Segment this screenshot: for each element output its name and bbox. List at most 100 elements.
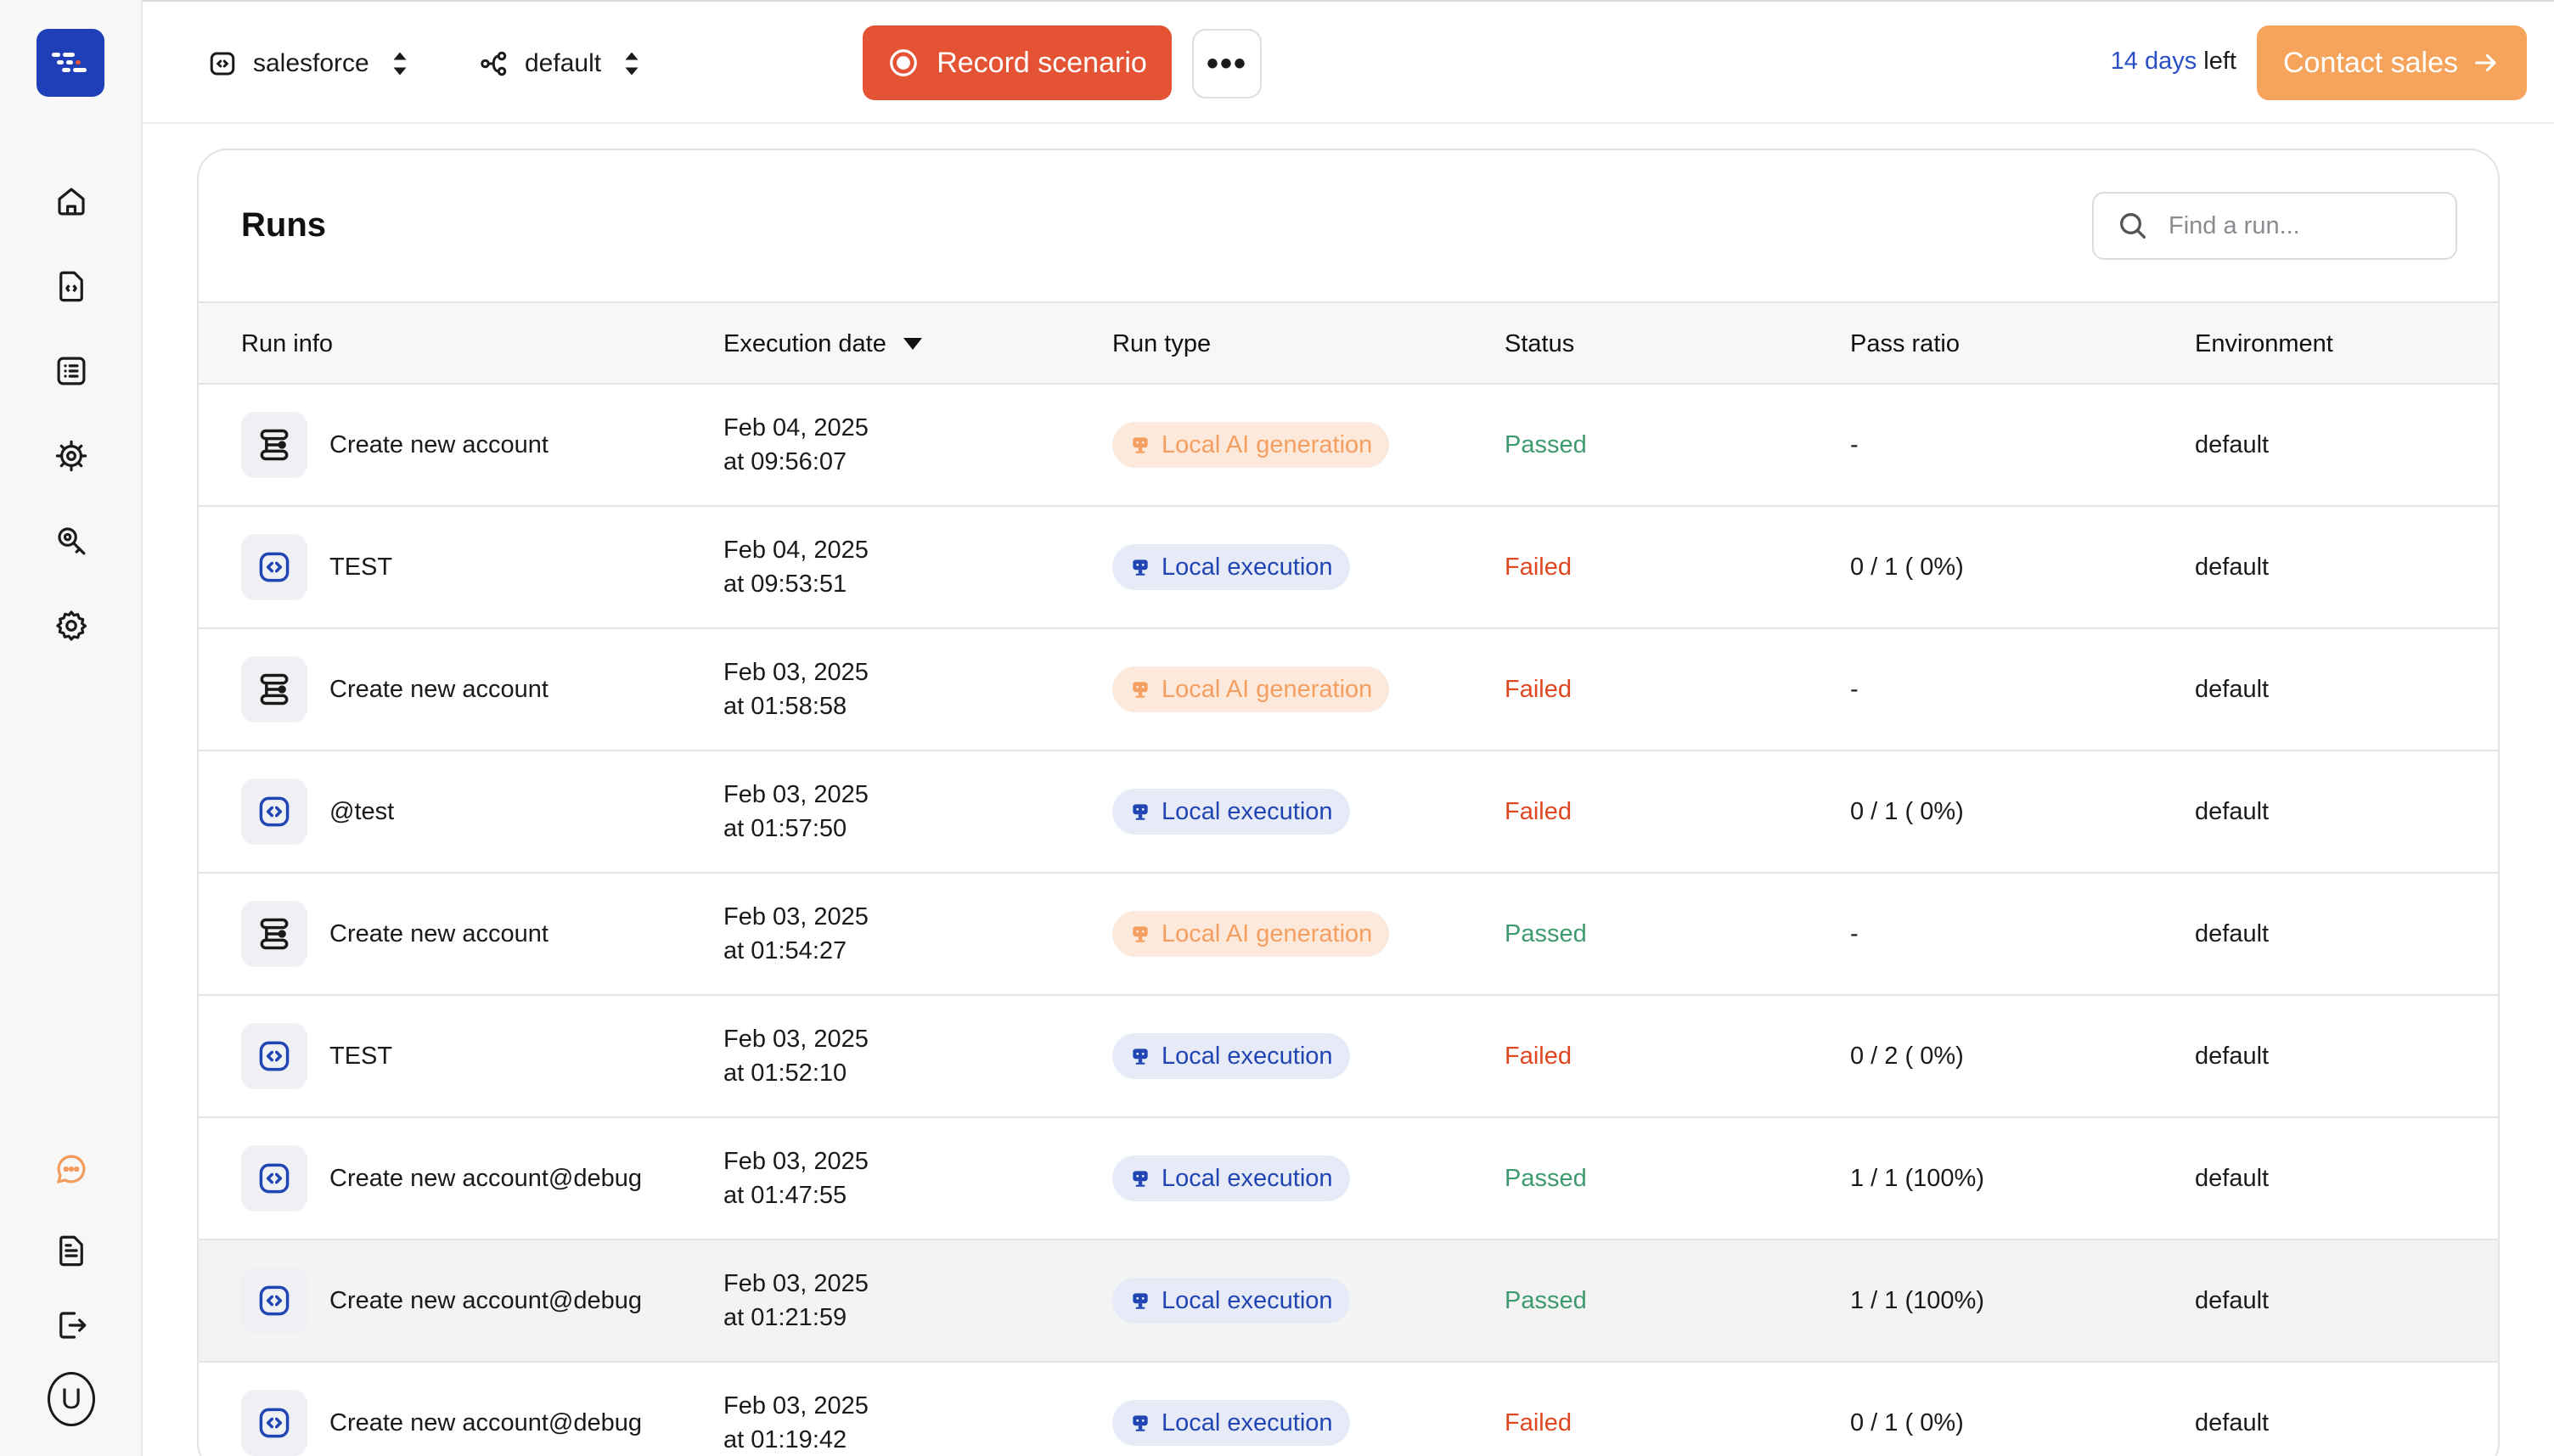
run-type-label: Local execution <box>1162 553 1333 581</box>
settings-icon[interactable] <box>48 602 95 649</box>
run-type-badge: Local execution <box>1112 1400 1350 1446</box>
environment-selector[interactable]: default <box>479 41 647 87</box>
run-type-cell: Local execution <box>1112 751 1350 872</box>
monitor-icon <box>1129 801 1151 823</box>
monitor-icon <box>1129 556 1151 578</box>
scenario-file-icon[interactable] <box>48 262 95 310</box>
run-type-badge: Local execution <box>1112 789 1350 835</box>
run-name[interactable]: TEST <box>329 1043 392 1071</box>
environment-value: default <box>2195 1286 2270 1314</box>
status-badge: Failed <box>1505 553 1572 581</box>
list-icon[interactable] <box>48 347 95 395</box>
run-type-label: Local execution <box>1162 1408 1333 1436</box>
search-key-icon[interactable] <box>48 517 95 565</box>
col-run-type[interactable]: Run type <box>1112 303 1211 385</box>
execution-date-cell: Feb 03, 2025 at 01:47:55 <box>723 1118 869 1239</box>
more-options-icon: ••• <box>1206 44 1247 82</box>
environment-value: default <box>2195 1042 2270 1070</box>
top-bar: salesforce default Record scenario ••• 1… <box>143 0 2554 124</box>
execution-date-cell: Feb 03, 2025 at 01:19:42 <box>723 1363 869 1456</box>
project-selector[interactable]: salesforce <box>207 41 415 87</box>
logout-icon[interactable] <box>48 1301 95 1349</box>
col-pass-ratio[interactable]: Pass ratio <box>1850 303 1960 385</box>
run-name[interactable]: Create new account <box>329 431 548 459</box>
col-status[interactable]: Status <box>1505 303 1574 385</box>
monitor-icon <box>1129 1412 1151 1434</box>
execution-date-cell: Feb 03, 2025 at 01:52:10 <box>723 996 869 1116</box>
code-icon <box>241 1268 307 1334</box>
run-date: Feb 03, 2025 <box>723 903 869 930</box>
run-time: at 01:47:55 <box>723 1182 847 1209</box>
status-badge: Failed <box>1505 1408 1572 1436</box>
run-name[interactable]: Create new account@debug <box>329 1287 642 1315</box>
search-box[interactable] <box>2092 192 2457 260</box>
execution-date-cell: Feb 03, 2025 at 01:21:59 <box>723 1240 869 1361</box>
run-name[interactable]: @test <box>329 798 394 826</box>
status-badge: Passed <box>1505 1164 1587 1192</box>
record-icon <box>890 49 918 76</box>
contact-sales-button[interactable]: Contact sales <box>2257 25 2527 100</box>
code-icon <box>241 1023 307 1089</box>
project-icon <box>210 52 235 76</box>
table-row[interactable]: Create new account Feb 03, 2025 at 01:58:5… <box>199 629 2498 751</box>
run-name[interactable]: TEST <box>329 554 392 582</box>
record-scenario-button[interactable]: Record scenario <box>863 25 1172 100</box>
page-title: Runs <box>241 206 326 244</box>
pass-ratio: 0 / 2 ( 0%) <box>1850 1042 1964 1070</box>
dash-logo-icon[interactable] <box>37 29 104 97</box>
status-badge: Passed <box>1505 919 1587 947</box>
run-type-badge: Local AI generation <box>1112 422 1390 468</box>
environment-value: default <box>2195 1408 2270 1436</box>
run-info-cell: Create new account <box>241 385 548 505</box>
table-row[interactable]: Create new account@debug Feb 03, 2025 at 0… <box>199 1240 2498 1363</box>
environment-value: default <box>2195 675 2270 703</box>
col-environment[interactable]: Environment <box>2195 303 2333 385</box>
run-name[interactable]: Create new account <box>329 676 548 704</box>
search-input[interactable] <box>2169 211 2440 240</box>
table-row[interactable]: Create new account@debug Feb 03, 2025 at 0… <box>199 1363 2498 1456</box>
project-name: salesforce <box>253 49 369 77</box>
flow-icon <box>241 656 307 722</box>
table-row[interactable]: TEST Feb 04, 2025 at 09:53:51 Local executi… <box>199 507 2498 629</box>
run-info-cell: Create new account <box>241 629 548 750</box>
run-type-label: Local AI generation <box>1162 919 1373 947</box>
pass-ratio: 0 / 1 ( 0%) <box>1850 797 1964 825</box>
run-date: Feb 03, 2025 <box>723 781 869 808</box>
col-execution-date[interactable]: Execution date <box>723 303 922 385</box>
trial-days: 14 days <box>2110 48 2197 75</box>
status-badge: Passed <box>1505 1286 1587 1314</box>
bug-settings-icon[interactable] <box>48 432 95 480</box>
run-type-cell: Local execution <box>1112 996 1350 1116</box>
chat-icon[interactable] <box>48 1145 95 1193</box>
avatar[interactable]: U <box>48 1372 95 1426</box>
run-type-badge: Local AI generation <box>1112 911 1390 957</box>
code-icon <box>241 779 307 845</box>
table-row[interactable]: TEST Feb 03, 2025 at 01:52:10 Local executi… <box>199 996 2498 1118</box>
more-options-button[interactable]: ••• <box>1192 29 1262 98</box>
table-row[interactable]: Create new account Feb 04, 2025 at 09:56:0… <box>199 385 2498 507</box>
home-icon[interactable] <box>48 177 95 225</box>
run-date: Feb 04, 2025 <box>723 537 869 564</box>
run-date: Feb 04, 2025 <box>723 414 869 441</box>
document-icon[interactable] <box>48 1227 95 1274</box>
table-row[interactable]: @test Feb 03, 2025 at 01:57:50 Local execut… <box>199 751 2498 874</box>
code-icon <box>241 1145 307 1211</box>
contact-sales-label: Contact sales <box>2283 46 2458 79</box>
run-type-cell: Local execution <box>1112 1240 1350 1361</box>
run-info-cell: Create new account@debug <box>241 1240 642 1361</box>
table-row[interactable]: Create new account Feb 03, 2025 at 01:54:2… <box>199 874 2498 996</box>
record-scenario-label: Record scenario <box>937 46 1147 79</box>
run-name[interactable]: Create new account@debug <box>329 1165 642 1193</box>
run-name[interactable]: Create new account <box>329 920 548 948</box>
avatar-letter: U <box>48 1372 95 1426</box>
pass-ratio: - <box>1850 675 1859 703</box>
run-date: Feb 03, 2025 <box>723 1148 869 1175</box>
pass-ratio: 0 / 1 ( 0%) <box>1850 1408 1964 1436</box>
run-time: at 01:19:42 <box>723 1426 847 1453</box>
run-name[interactable]: Create new account@debug <box>329 1409 642 1437</box>
run-info-cell: TEST <box>241 996 392 1116</box>
arrow-right-icon <box>2475 53 2496 72</box>
table-row[interactable]: Create new account@debug Feb 03, 2025 at 0… <box>199 1118 2498 1240</box>
ai-monitor-icon <box>1129 678 1151 700</box>
col-run-info[interactable]: Run info <box>241 303 333 385</box>
